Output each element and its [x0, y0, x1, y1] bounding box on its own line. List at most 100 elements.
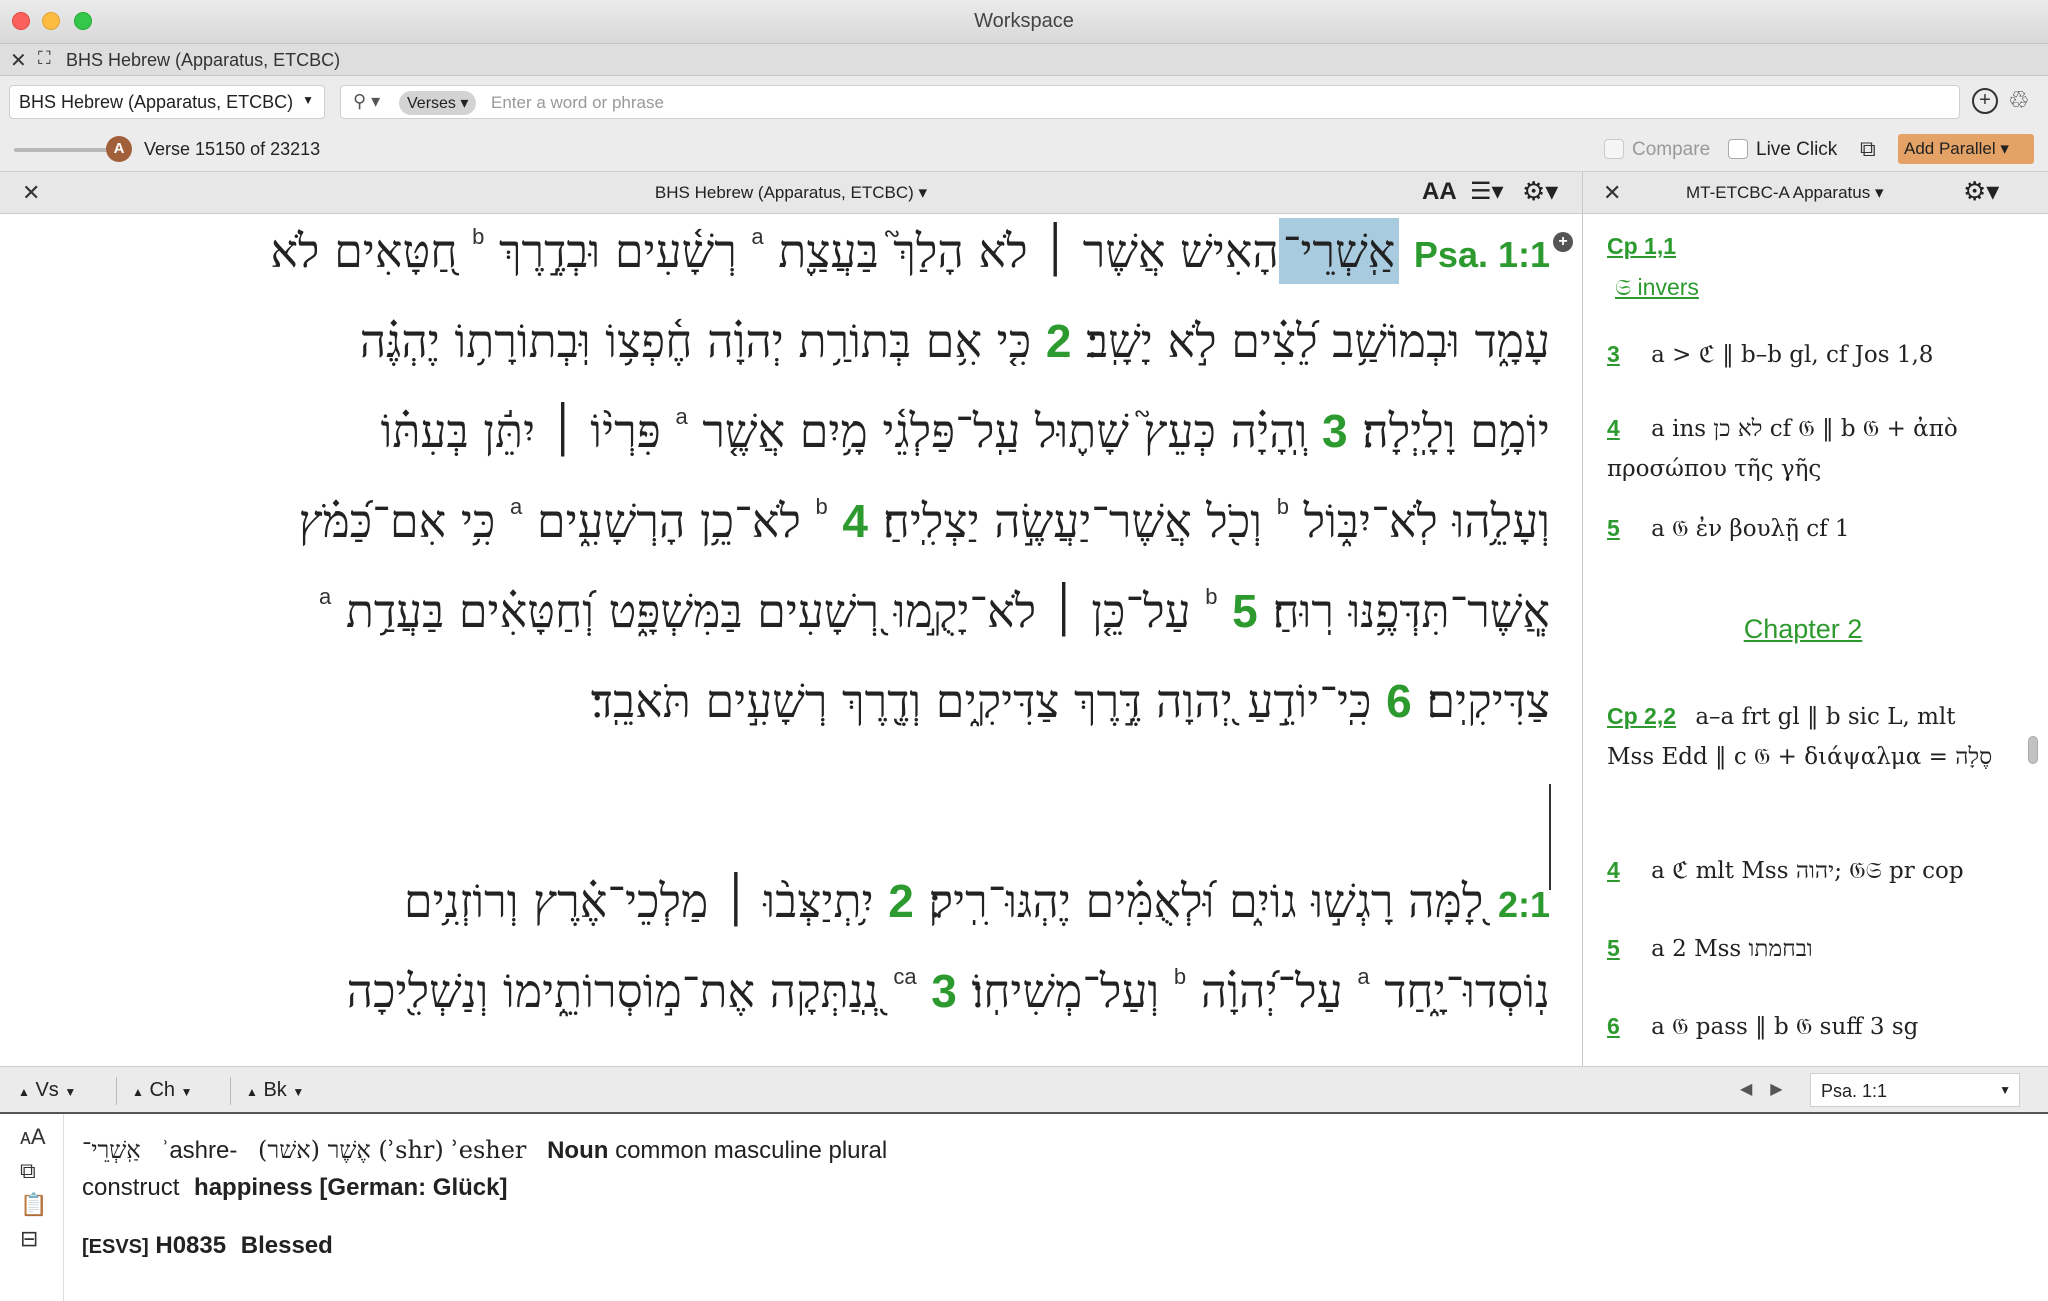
verse-text[interactable]: לֹא־כֵ֥ן הָרְשָׁעִ֑ים	[537, 494, 801, 548]
verse-number[interactable]: 3	[1322, 405, 1348, 457]
apparatus-entry-label[interactable]: Cp 1,1	[1607, 233, 1676, 259]
add-parallel-button[interactable]: Add Parallel ▾	[1898, 134, 2034, 164]
apparatus-entry-label[interactable]: 4	[1607, 857, 1620, 883]
selected-word[interactable]: אַֽשְׁרֵי־	[1278, 218, 1400, 284]
apparatus-entry-label[interactable]: 6	[1607, 1013, 1620, 1039]
compare-checkbox[interactable]	[1604, 139, 1624, 159]
close-panel-icon[interactable]: ✕	[1603, 180, 1621, 206]
verse-text[interactable]: רְשָׁ֫עִים וּבְדֶ֣רֶךְ	[499, 224, 737, 278]
verse-reference[interactable]: Psa. 1:1	[1414, 234, 1550, 275]
apparatus-entry-label[interactable]: Cp 2,2	[1607, 703, 1676, 729]
apparatus-marker[interactable]: a	[1357, 964, 1369, 989]
verse-text[interactable]: כִּ֥י אִם־כַּ֝מֹּ֗ץ	[299, 494, 496, 548]
gear-icon[interactable]: ⚙▾	[1522, 176, 1558, 207]
apparatus-marker[interactable]: ca	[893, 964, 916, 989]
expand-icon[interactable]: ⛶	[38, 48, 51, 69]
verse-text[interactable]: נֽוֹסְדוּ־יָ֑חַד	[1384, 964, 1550, 1018]
list-options-icon[interactable]: ☰▾	[1470, 177, 1504, 206]
verse-number[interactable]: 6	[1386, 675, 1412, 727]
search-icon[interactable]: ⚲ ▾	[353, 91, 380, 112]
add-note-icon[interactable]: +	[1553, 232, 1573, 252]
resource-dropdown[interactable]: BHS Hebrew (Apparatus, ETCBC) ▼	[9, 85, 325, 119]
apparatus-marker[interactable]: a	[675, 404, 687, 429]
verse-text[interactable]: יוֹמָ֥ם וָלָֽיְלָה׃	[1362, 404, 1550, 458]
verse-text[interactable]: עָמָ֑ד וּבְמוֹשַׁ֥ב לֵ֝צִ֗ים לֹ֣א יָשָֽׁ…	[1086, 314, 1550, 368]
apparatus-scrollbar[interactable]	[2028, 736, 2038, 764]
verse-text[interactable]: וְֽהָיָ֗ה כְּעֵץ֮ שָׁת֪וּל עַֽל־פַּלְגֵ֫…	[702, 404, 1307, 458]
live-click-label: Live Click	[1756, 139, 1838, 160]
search-scope-pill[interactable]: Verses ▾	[399, 91, 477, 115]
verse-slider-knob[interactable]: A	[106, 136, 132, 162]
strongs-number[interactable]: H0835	[155, 1232, 226, 1259]
clipboard-icon[interactable]: 📋	[20, 1192, 47, 1218]
main-panel-title[interactable]: BHS Hebrew (Apparatus, ETCBC) ▾	[0, 183, 1582, 203]
verse-text[interactable]: וְעַל־מְשִׁיחֽוֹ׃	[971, 964, 1159, 1018]
reference-box[interactable]: Psa. 1:1 ▼	[1810, 1073, 2020, 1107]
apparatus-entry: Cp 2,2 a–a frt gl ‖ b sic L, mlt Mss Edd…	[1607, 696, 1997, 777]
apparatus-title-text: MT-ETCBC-A Apparatus	[1686, 183, 1871, 202]
verse-number[interactable]: 2	[1046, 315, 1072, 367]
verse-text[interactable]: כִּֽי־יוֹדֵ֣עַ יְ֭הוָה דֶּ֣רֶךְ צַדִּיקִ…	[591, 674, 1372, 728]
verse-text[interactable]: וְכֹ֖ל אֲשֶׁר־יַעֲשֶׂ֣ה יַצְלִֽיחַ׃	[883, 494, 1262, 548]
verse-number[interactable]: 3	[931, 965, 957, 1017]
apparatus-entry: Cp 1,1 𝔖 invers	[1607, 226, 1997, 308]
verse-number[interactable]: 4	[842, 495, 868, 547]
verse-text[interactable]: פִּרְי֨וֹ ׀ יִתֵּ֬ן בְּעִתּ֗וֹ	[381, 404, 661, 458]
verse-text[interactable]: הָאִישׁ אֲשֶׁר ׀ לֹא הָלַךְ֮ בַּעֲצַ֪ת	[778, 224, 1279, 278]
verse-text[interactable]: עַל־כֵּ֤ן ׀ לֹא־יָקֻ֣מוּ רְ֭שָׁעִים בַּמ…	[346, 584, 1191, 638]
book-nav-button[interactable]: ▲ Bk ▼	[246, 1079, 304, 1102]
workspace-window: Workspace ✕ ⛶ BHS Hebrew (Apparatus, ETC…	[0, 0, 2048, 1301]
chapter-nav-button[interactable]: ▲ Ch ▼	[132, 1079, 192, 1102]
verse-text[interactable]: נְֽ֭נַתְּקָה אֶת־מ֣וֹסְרוֹתֵ֑ימוֹ וְנַשְ…	[347, 964, 879, 1018]
verse-nav-label: Vs	[35, 1079, 59, 1101]
close-icon[interactable]: ✕	[10, 48, 27, 73]
verse-text[interactable]: יִ֥תְיַצְּב֨וּ ׀ מַלְכֵי־אֶ֗רֶץ וְרוֹזְנ…	[404, 874, 874, 928]
reference-text: Psa. 1:1	[1821, 1081, 1888, 1101]
apparatus-marker[interactable]: a	[751, 224, 763, 249]
apparatus-panel-title[interactable]: MT-ETCBC-A Apparatus ▾	[1686, 183, 1884, 203]
font-size-icon[interactable]: ᴀA	[20, 1124, 46, 1150]
verse-nav-button[interactable]: ▲ Vs ▼	[18, 1079, 76, 1102]
verse-text[interactable]: חַ֭טָּאִים לֹא	[270, 224, 457, 278]
chapter-heading[interactable]: Chapter 2	[1583, 614, 2023, 645]
history-arrows[interactable]: ◀▶	[1740, 1079, 1801, 1099]
apparatus-entry-label[interactable]: 3	[1607, 341, 1620, 367]
apparatus-marker[interactable]: a	[510, 494, 522, 519]
apparatus-area: Cp 1,1 𝔖 invers 3 a > ℭ ‖ b–b gl, cf Jos…	[1583, 214, 2048, 1066]
apparatus-entry-label[interactable]: 5	[1607, 515, 1620, 541]
chapter-reference[interactable]: 2:1	[1498, 884, 1550, 925]
verse-text[interactable]: צַדִּיקִֽים׃	[1426, 674, 1550, 728]
apparatus-marker[interactable]: b	[816, 494, 828, 519]
link-set-icon[interactable]: ♲	[2008, 86, 2030, 115]
live-click-checkbox[interactable]	[1728, 139, 1748, 159]
apparatus-marker[interactable]: a	[319, 584, 331, 609]
verse-slider-track[interactable]	[14, 148, 114, 152]
apparatus-marker[interactable]: b	[1277, 494, 1289, 519]
apparatus-marker[interactable]: b	[1205, 584, 1217, 609]
apparatus-entry-text[interactable]: 𝔖 invers	[1615, 274, 1699, 300]
verse-number[interactable]: 5	[1232, 585, 1258, 637]
add-icon[interactable]: +	[1972, 88, 1998, 114]
verse-text[interactable]: כִּ֤י אִ֥ם בְּתוֹרַ֥ת יְהוָ֗ה חֶ֫פְצ֥וֹ …	[360, 314, 1032, 368]
copy-icon[interactable]: ⧉	[20, 1158, 36, 1184]
verse-text[interactable]: עַל־יְ֝הוָ֗ה	[1201, 964, 1343, 1018]
font-size-icon[interactable]: AA	[1422, 178, 1457, 206]
apparatus-entry-label[interactable]: 4	[1607, 415, 1620, 441]
info-morphology: common masculine plural	[615, 1137, 888, 1164]
apparatus-marker[interactable]: b	[1174, 964, 1186, 989]
text-line: צַדִּיקִֽים׃ 6 כִּֽי־יוֹדֵ֣עַ יְ֭הוָה דֶ…	[591, 674, 1550, 728]
bhs-text-area[interactable]: + Psa. 1:1 אַֽשְׁרֵי־הָאִישׁ אֲשֶׁר ׀ לֹ…	[0, 214, 1582, 1066]
apparatus-marker[interactable]: b	[472, 224, 484, 249]
verse-text[interactable]: אֲ‍ֽשֶׁר־תִּדְּפֶ֥נּוּ רֽוּחַ׃	[1272, 584, 1550, 638]
verse-text[interactable]: לָ֭מָּה רָגְשׁ֣וּ גוֹיִ֑ם וּ֝לְאֻמִּ֗ים …	[928, 874, 1483, 928]
gear-icon[interactable]: ⚙▾	[1963, 176, 1999, 207]
apparatus-entry-label[interactable]: 5	[1607, 935, 1620, 961]
window-icon[interactable]: ⊟	[20, 1226, 38, 1252]
apparatus-entry: 5 a 𝔊 ἐν βουλῇ cf 1	[1607, 508, 1997, 549]
copy-icon[interactable]: ⧉	[1860, 136, 1876, 162]
verse-text[interactable]: וְעָלֵ֥הוּ לֹֽא־יִבּ֑וֹל	[1304, 494, 1550, 548]
verse-number[interactable]: 2	[888, 875, 914, 927]
search-input[interactable]	[491, 90, 1891, 116]
info-morphology-2: construct	[82, 1174, 180, 1201]
text-line: 2:1 לָ֭מָּה רָגְשׁ֣וּ גוֹיִ֑ם וּ֝לְאֻמִּ…	[404, 874, 1550, 928]
